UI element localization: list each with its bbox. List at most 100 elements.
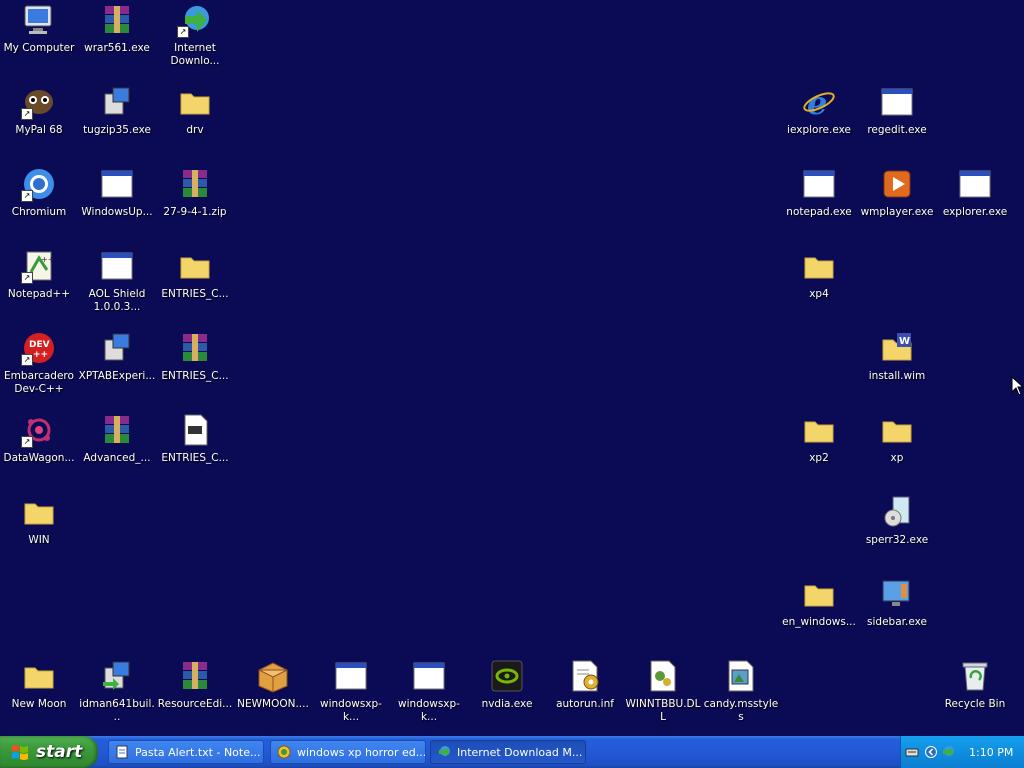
desktop-icon-label: XPTABExperi... xyxy=(78,370,156,382)
desktop-icon-xp-folder[interactable]: xp xyxy=(858,410,936,486)
desktop-icon-wrar561[interactable]: wrar561.exe xyxy=(78,0,156,76)
winrar-archive-icon xyxy=(99,412,135,448)
desktop-icon-notepad[interactable]: notepad.exe xyxy=(780,164,858,240)
folder-icon xyxy=(879,412,915,448)
desktop-icon-label: idman641buil... xyxy=(79,698,155,723)
desktop-icon-xptabexperi[interactable]: XPTABExperi... xyxy=(78,328,156,404)
desktop-icon-label: candy.msstyles xyxy=(703,698,779,723)
internet-download-manager-tray-icon[interactable] xyxy=(941,745,955,759)
desktop-icon-label: sidebar.exe xyxy=(867,616,927,628)
desktop-icon-new-moon-folder[interactable]: New Moon xyxy=(0,656,78,732)
svg-text:W: W xyxy=(899,336,910,347)
desktop-icon-label: Recycle Bin xyxy=(944,698,1006,710)
desktop-icon-windowsxp-k-1[interactable]: windowsxp-k... xyxy=(312,656,390,732)
desktop-icon-label: WIN xyxy=(28,534,50,546)
shortcut-arrow-icon: ↗ xyxy=(21,354,33,366)
desktop-icon-label: xp xyxy=(890,452,904,464)
desktop-icon-advanced[interactable]: Advanced_... xyxy=(78,410,156,486)
desktop-icon-notepad-plus-plus[interactable]: ++ ↗ Notepad++ xyxy=(0,246,78,322)
folder-icon xyxy=(801,576,837,612)
mouse-cursor-icon xyxy=(1011,375,1024,396)
desktop-icon-xp4-folder[interactable]: xp4 xyxy=(780,246,858,322)
desktop-icon-wmplayer[interactable]: wmplayer.exe xyxy=(858,164,936,240)
application-window-icon xyxy=(333,658,369,694)
desktop-icon-label: wmplayer.exe xyxy=(860,206,934,218)
desktop-icon-sidebar[interactable]: sidebar.exe xyxy=(858,574,936,650)
desktop-icon-mypal[interactable]: ↗ MyPal 68 xyxy=(0,82,78,158)
taskbar-button-label: Internet Download M... xyxy=(457,745,583,759)
desktop-icon-label: 27-9-4-1.zip xyxy=(163,206,227,218)
desktop-icon-label: notepad.exe xyxy=(786,206,852,218)
desktop-icon-label: windowsxp-k... xyxy=(398,698,460,723)
desktop-icon-label: NEWMOON.... xyxy=(237,698,309,710)
desktop-icon-label: WINNTBBU.DLL xyxy=(625,698,701,723)
start-button[interactable]: start xyxy=(0,736,98,768)
desktop-icon-dev-cpp[interactable]: DEV ++ ↗ Embarcadero Dev-C++ xyxy=(0,328,78,404)
folder-icon xyxy=(21,658,57,694)
shortcut-arrow-icon: ↗ xyxy=(177,26,189,38)
desktop-icon-label: xp2 xyxy=(809,452,829,464)
desktop-icon-recycle-bin[interactable]: Recycle Bin xyxy=(936,656,1014,732)
desktop-icon-label: drv xyxy=(186,124,204,136)
desktop-icon-install-wim[interactable]: W install.wim xyxy=(858,328,936,404)
desktop-icon-label: xp4 xyxy=(809,288,829,300)
setup-disc-icon xyxy=(879,494,915,530)
desktop-icon-entries-archive[interactable]: ENTRIES_C... xyxy=(156,328,234,404)
desktop-icon-27-9-4-1-zip[interactable]: 27-9-4-1.zip xyxy=(156,164,234,240)
desktop-icon-en-windows-folder[interactable]: en_windows... xyxy=(780,574,858,650)
internet-download-manager-icon xyxy=(437,745,451,759)
desktop-icon-candy-msstyles[interactable]: candy.msstyles xyxy=(702,656,780,732)
clock[interactable]: 1:10 PM xyxy=(969,746,1013,759)
desktop-icon-entries-text[interactable]: ENTRIES_C... xyxy=(156,410,234,486)
desktop-icon-explorer[interactable]: explorer.exe xyxy=(936,164,1014,240)
desktop-icon-autorun[interactable]: autorun.inf xyxy=(546,656,624,732)
taskbar-button-pasta-alert[interactable]: Pasta Alert.txt - Note... xyxy=(108,740,264,764)
desktop-icon-tugzip35[interactable]: tugzip35.exe xyxy=(78,82,156,158)
notepad-icon xyxy=(115,745,129,759)
desktop-icon-drv-folder[interactable]: drv xyxy=(156,82,234,158)
keyboard-icon[interactable] xyxy=(905,745,919,759)
notepad-plus-plus-icon: ++ ↗ xyxy=(21,248,57,284)
recycle-bin-icon xyxy=(957,658,993,694)
desktop-icon-windowsxp-k-2[interactable]: windowsxp-k... xyxy=(390,656,468,732)
dll-file-icon xyxy=(645,658,681,694)
desktop-icon-xp2-folder[interactable]: xp2 xyxy=(780,410,858,486)
desktop-icon-chromium[interactable]: ↗ Chromium xyxy=(0,164,78,240)
desktop-icon-iexplore[interactable]: e iexplore.exe xyxy=(780,82,858,158)
desktop-icon-label: regedit.exe xyxy=(867,124,927,136)
folder-icon xyxy=(801,412,837,448)
desktop-icon-label: Notepad++ xyxy=(7,288,71,300)
desktop-icon-windowsup[interactable]: WindowsUp... xyxy=(78,164,156,240)
svg-text:++: ++ xyxy=(33,350,48,360)
desktop-icon-label: WindowsUp... xyxy=(81,206,153,218)
winrar-archive-icon xyxy=(177,166,213,202)
taskbar-button-internet-download-manager[interactable]: Internet Download M... xyxy=(430,740,586,764)
desktop-icon-aol-shield[interactable]: AOL Shield 1.0.0.3... xyxy=(78,246,156,322)
desktop-icon-regedit[interactable]: regedit.exe xyxy=(858,82,936,158)
desktop-icon-win-folder[interactable]: WIN xyxy=(0,492,78,568)
desktop-icon-datawagon[interactable]: ↗ DataWagon... xyxy=(0,410,78,486)
browser-icon xyxy=(277,745,291,759)
desktop-icon-sperr32[interactable]: sperr32.exe xyxy=(858,492,936,568)
wim-folder-icon: W xyxy=(879,330,915,366)
desktop-icon-label: ENTRIES_C... xyxy=(161,370,229,382)
application-window-icon xyxy=(879,84,915,120)
desktop-icon-internet-download-manager[interactable]: ↗ Internet Downlo... xyxy=(156,0,234,76)
settings-file-icon xyxy=(567,658,603,694)
shortcut-arrow-icon: ↗ xyxy=(21,436,33,448)
desktop-icon-newmoon-package[interactable]: NEWMOON.... xyxy=(234,656,312,732)
desktop-icon-my-computer[interactable]: My Computer xyxy=(0,0,78,76)
mypal-icon: ↗ xyxy=(21,84,57,120)
desktop-icon-resourceedi[interactable]: ResourceEdi... xyxy=(156,656,234,732)
desktop-icon-nvdia[interactable]: nvdia.exe xyxy=(468,656,546,732)
desktop-icon-label: sperr32.exe xyxy=(865,534,929,546)
chromium-icon: ↗ xyxy=(21,166,57,202)
desktop-icon-entries-folder[interactable]: ENTRIES_C... xyxy=(156,246,234,322)
internet-download-manager-icon: ↗ xyxy=(177,2,213,38)
desktop-icon-label: Internet Downlo... xyxy=(170,42,220,67)
desktop-icon-idman641[interactable]: idman641buil... xyxy=(78,656,156,732)
svg-text:DEV: DEV xyxy=(29,340,50,350)
chevron-left-icon[interactable] xyxy=(925,745,937,759)
taskbar-button-horror-edition[interactable]: windows xp horror ed... xyxy=(270,740,426,764)
desktop-icon-winntbbu-dll[interactable]: WINNTBBU.DLL xyxy=(624,656,702,732)
